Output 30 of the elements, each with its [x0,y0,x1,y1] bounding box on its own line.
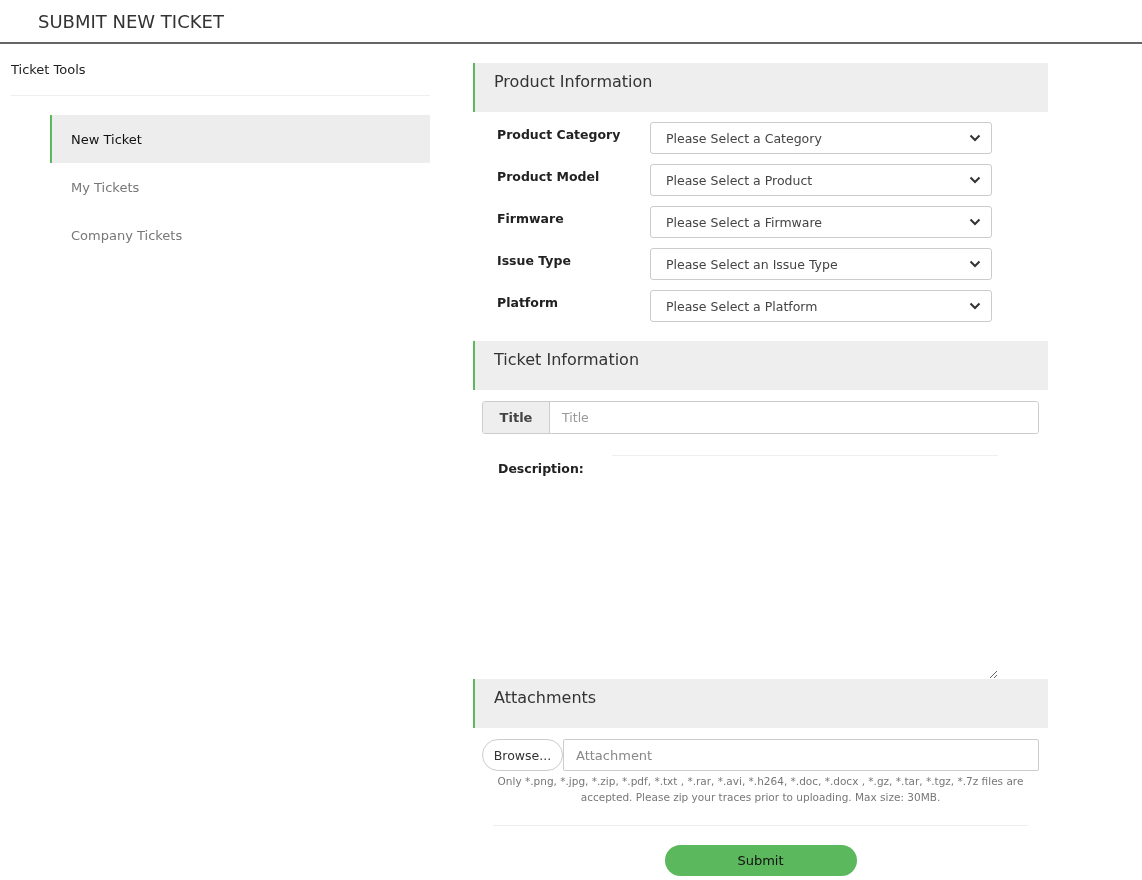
submit-button[interactable]: Submit [664,845,857,876]
file-types-note: Only *.png, *.jpg, *.zip, *.pdf, *.txt , *.rar, *.avi, *.h264, *.doc, *.docx , *.gz, *.tar, *.tgz, *.7z files are accepted. Please zip your traces prior to uploading. Max size: 30MB. [493,773,1028,826]
chevron-down-icon [969,134,981,142]
section-heading: Product Information [473,63,1048,112]
sidebar-item[interactable]: New Ticket [50,115,430,163]
chevron-down-icon [969,176,981,184]
sidebar-item[interactable]: Company Tickets [50,211,430,259]
select-dropdown[interactable]: Please Select a Platform [650,290,992,322]
select-dropdown[interactable]: Please Select a Product [650,164,992,196]
sidebar-title: Ticket Tools [11,44,430,96]
select-dropdown[interactable]: Please Select a Firmware [650,206,992,238]
select-dropdown[interactable]: Please Select an Issue Type [650,248,992,280]
section-heading: Attachments [473,679,1048,728]
field-label: Firmware [497,210,565,226]
chevron-down-icon [969,218,981,226]
section-heading: Ticket Information [473,341,1048,390]
field-label: Description: [498,460,585,478]
browse-button[interactable]: Browse... [482,739,563,771]
field-label: Issue Type [497,252,572,268]
title-input-field[interactable]: Title Title [482,401,1039,434]
attachment-input-field[interactable]: Attachment [563,739,1039,771]
sidebar-item[interactable]: My Tickets [50,163,430,211]
chevron-down-icon [969,260,981,268]
field-label: Product Category [497,126,622,142]
field-label: Platform [497,294,560,310]
field-label: Product Model [497,168,601,184]
chevron-down-icon [969,302,981,310]
select-dropdown[interactable]: Please Select a Category [650,122,992,154]
input-addon-label: Title [483,402,550,433]
page-title: SUBMIT NEW TICKET [38,10,224,32]
